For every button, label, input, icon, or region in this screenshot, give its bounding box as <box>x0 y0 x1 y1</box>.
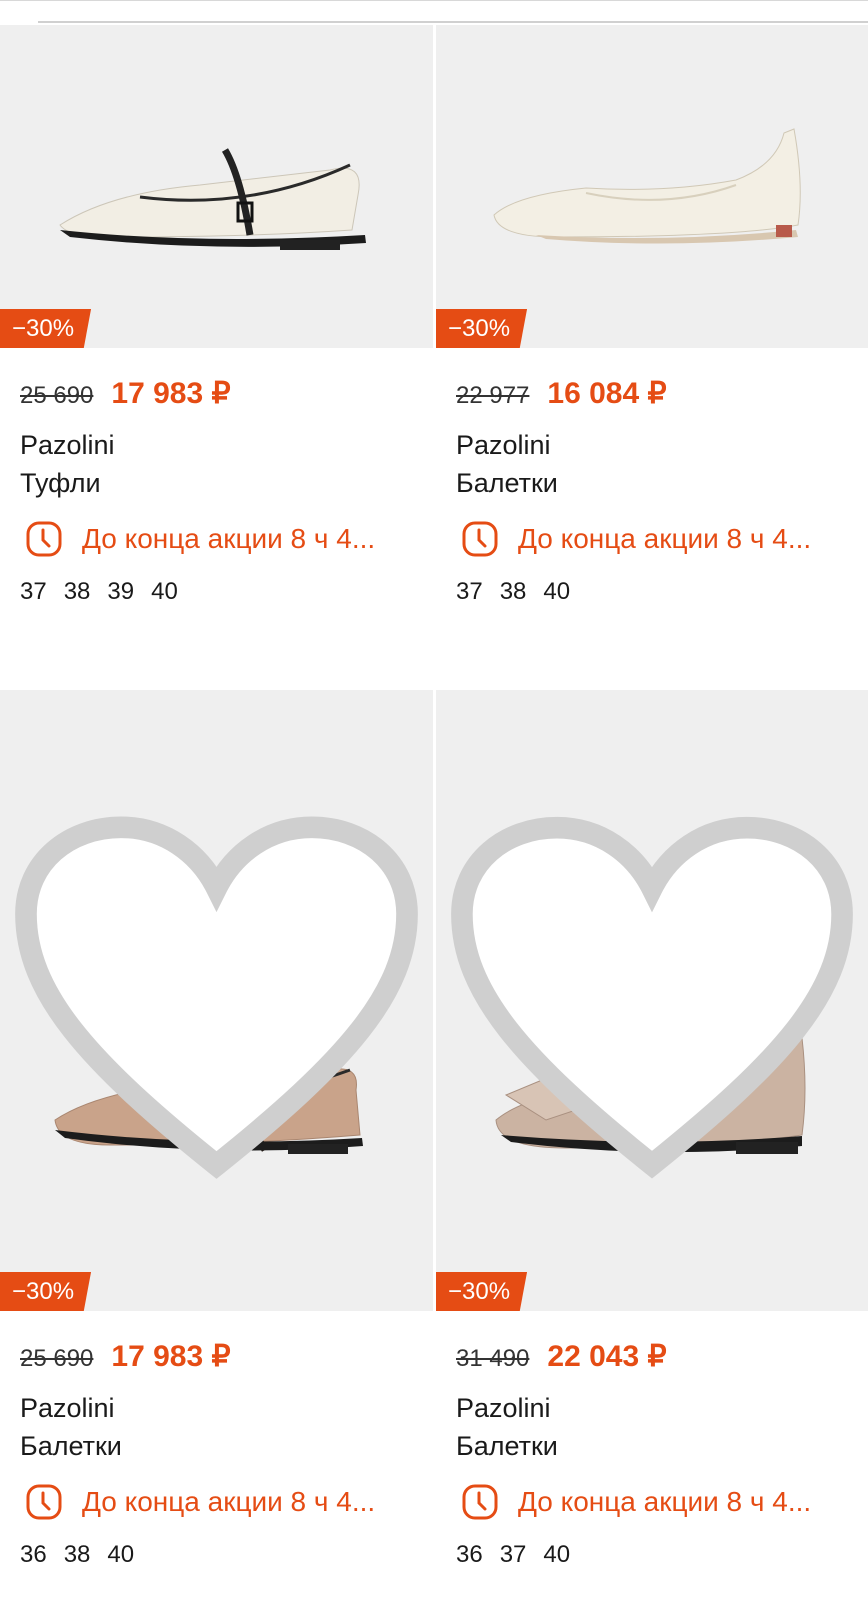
product-type: Балетки <box>456 1431 558 1461</box>
clock-icon <box>26 521 62 557</box>
product-type: Туфли <box>20 468 101 498</box>
product-photo[interactable]: −30% <box>436 690 868 1311</box>
product-brand: Pazolini <box>456 1393 551 1423</box>
price-row: 25 690 17 983 ₽ <box>20 376 433 416</box>
size-option: 39 <box>107 578 135 605</box>
top-divider <box>0 0 868 1</box>
product-card[interactable]: −30% 25 690 17 983 ₽ Pazolini Балетки До… <box>0 690 433 1568</box>
size-option: 40 <box>107 1541 135 1568</box>
price-row: 31 490 22 043 ₽ <box>456 1339 868 1379</box>
product-brand: Pazolini <box>20 430 115 460</box>
size-option: 38 <box>499 578 527 605</box>
product-type: Балетки <box>20 1431 122 1461</box>
size-option: 40 <box>151 578 178 605</box>
timer-text: До конца акции 8 ч 4... <box>518 1486 812 1517</box>
new-price: 16 084 ₽ <box>547 377 667 410</box>
new-price: 22 043 ₽ <box>547 1340 667 1373</box>
old-price: 25 690 <box>20 1345 94 1372</box>
promo-timer: До конца акции 8 ч 4... <box>456 516 868 562</box>
price-row: 22 977 16 084 ₽ <box>456 376 868 416</box>
price-row: 25 690 17 983 ₽ <box>20 1339 433 1379</box>
header-divider <box>38 21 868 23</box>
new-price: 17 983 ₽ <box>111 377 231 410</box>
old-price: 31 490 <box>456 1345 530 1372</box>
size-list: 36 37 40 <box>456 1541 868 1569</box>
product-card[interactable]: −30% 25 690 17 983 ₽ Pazolini Туфли До к… <box>0 25 433 640</box>
size-option: 37 <box>20 578 47 605</box>
product-photo[interactable]: −30% <box>0 690 433 1311</box>
size-option: 38 <box>63 1541 91 1568</box>
clock-icon <box>462 521 498 557</box>
old-price: 22 977 <box>456 382 530 409</box>
size-option: 37 <box>499 1541 527 1568</box>
discount-badge: −30% <box>0 1272 92 1311</box>
size-list: 37 38 39 40 <box>20 578 433 606</box>
favorite-heart-icon[interactable] <box>0 690 433 1311</box>
timer-text: До конца акции 8 ч 4... <box>82 523 376 554</box>
product-type: Балетки <box>456 468 558 498</box>
size-option: 40 <box>543 578 571 605</box>
size-option: 36 <box>20 1541 47 1568</box>
clock-icon <box>26 1484 62 1520</box>
product-card[interactable]: −30% 31 490 22 043 ₽ Pazolini Балетки До… <box>433 690 868 1568</box>
timer-text: До конца акции 8 ч 4... <box>518 523 812 554</box>
clock-icon <box>462 1484 498 1520</box>
timer-text: До конца акции 8 ч 4... <box>82 1486 376 1517</box>
promo-timer: До конца акции 8 ч 4... <box>20 516 433 562</box>
shoe-image <box>59 148 366 250</box>
product-brand: Pazolini <box>20 1393 115 1423</box>
promo-timer: До конца акции 8 ч 4... <box>456 1479 868 1525</box>
size-option: 40 <box>543 1541 571 1568</box>
discount-badge: −30% <box>0 309 92 348</box>
size-list: 37 38 40 <box>456 578 868 606</box>
old-price: 25 690 <box>20 382 94 409</box>
promo-timer: До конца акции 8 ч 4... <box>20 1479 433 1525</box>
size-list: 36 38 40 <box>20 1541 433 1569</box>
shoe-image <box>493 128 801 244</box>
product-photo[interactable]: −30% <box>436 25 868 348</box>
product-photo[interactable]: −30% <box>0 25 433 348</box>
product-card[interactable]: −30% 22 977 16 084 ₽ Pazolini Балетки До… <box>433 25 868 640</box>
size-option: 38 <box>63 578 91 605</box>
discount-badge: −30% <box>436 1272 528 1311</box>
product-brand: Pazolini <box>456 430 551 460</box>
product-grid: −30% 25 690 17 983 ₽ Pazolini Туфли До к… <box>0 25 868 1568</box>
discount-badge: −30% <box>436 309 528 348</box>
size-option: 36 <box>456 1541 483 1568</box>
favorite-heart-icon[interactable] <box>436 690 868 1311</box>
new-price: 17 983 ₽ <box>111 1340 231 1373</box>
size-option: 37 <box>456 578 483 605</box>
